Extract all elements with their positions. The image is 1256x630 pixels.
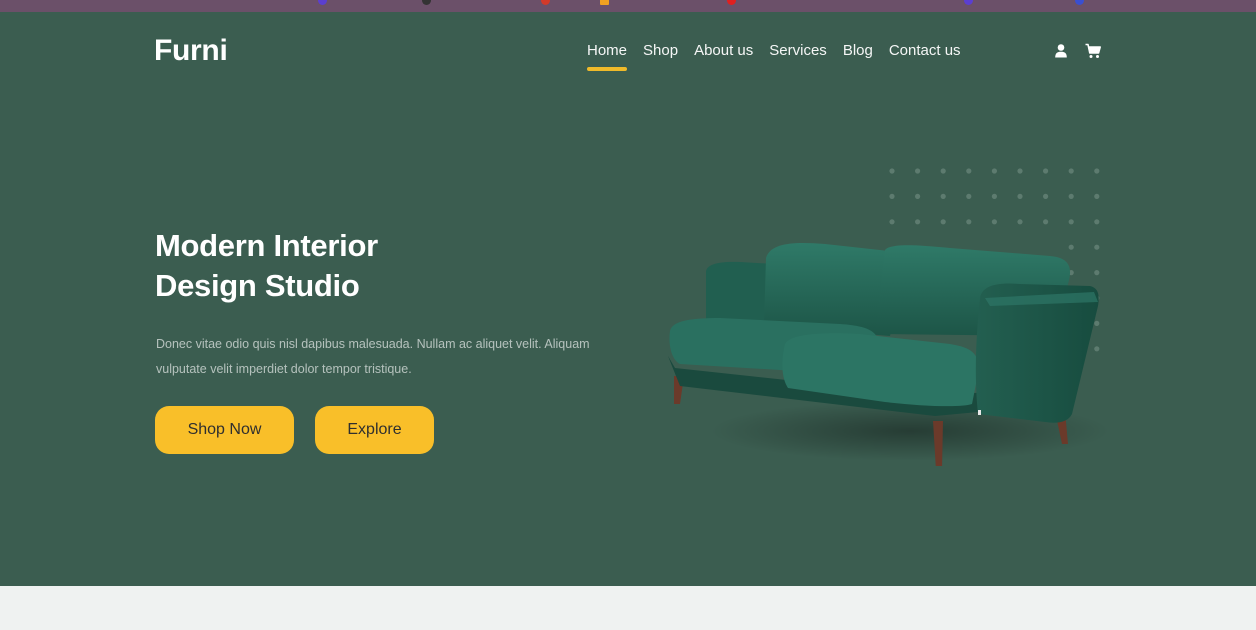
- nav-item-about-us[interactable]: About us: [694, 42, 753, 59]
- decoration-dot: [1068, 219, 1074, 225]
- nav-item-blog[interactable]: Blog: [843, 42, 873, 59]
- bookmark-icon[interactable]: [1075, 0, 1084, 5]
- decoration-dot: [991, 168, 997, 174]
- main-navigation: Home Shop About us Services Blog Contact…: [587, 42, 977, 71]
- decoration-dot: [940, 219, 946, 225]
- decoration-dot: [1043, 193, 1049, 199]
- cart-icon[interactable]: [1084, 42, 1102, 60]
- browser-bookmark-strip: [0, 0, 1256, 12]
- decoration-dot: [1043, 168, 1049, 174]
- decoration-dot: [889, 168, 895, 174]
- decoration-dot: [1043, 219, 1049, 225]
- bookmark-icon[interactable]: [541, 0, 550, 5]
- decoration-dot: [1068, 168, 1074, 174]
- decoration-dot: [966, 168, 972, 174]
- nav-item-shop[interactable]: Shop: [643, 42, 678, 59]
- decoration-dot: [1094, 219, 1100, 225]
- site-logo[interactable]: Furni: [154, 34, 228, 68]
- sofa-image: [668, 242, 1110, 466]
- decoration-dot: [966, 219, 972, 225]
- bookmark-icon[interactable]: [318, 0, 327, 5]
- decoration-dot: [1017, 168, 1023, 174]
- bookmark-icon[interactable]: [422, 0, 431, 5]
- hero-title-line-1: Modern Interior: [155, 228, 378, 263]
- explore-button[interactable]: Explore: [315, 406, 434, 454]
- decoration-dot: [1068, 193, 1074, 199]
- decoration-dot: [915, 168, 921, 174]
- decoration-dot: [889, 219, 895, 225]
- nav-item-contact-us[interactable]: Contact us: [889, 42, 961, 59]
- decoration-dot: [940, 193, 946, 199]
- decoration-dot: [940, 168, 946, 174]
- shop-now-button[interactable]: Shop Now: [155, 406, 294, 454]
- hero-title-line-2: Design Studio: [155, 268, 360, 303]
- hero-section: Furni Home Shop About us Services Blog C…: [0, 12, 1256, 586]
- decoration-dot: [1094, 193, 1100, 199]
- decoration-dot: [966, 193, 972, 199]
- bookmark-icon[interactable]: [600, 0, 609, 5]
- decoration-dot: [1017, 193, 1023, 199]
- decoration-dot: [991, 193, 997, 199]
- decoration-dot: [991, 219, 997, 225]
- nav-item-services[interactable]: Services: [769, 42, 827, 59]
- nav-item-home[interactable]: Home: [587, 42, 628, 71]
- hero-description: Donec vitae odio quis nisl dapibus males…: [156, 337, 590, 376]
- decoration-dot: [1017, 219, 1023, 225]
- page-lower-section: [0, 586, 1256, 630]
- decoration-dot: [915, 219, 921, 225]
- bookmark-icon[interactable]: [727, 0, 736, 5]
- user-icon[interactable]: [1052, 42, 1070, 60]
- hero-title: Modern Interior Design Studio: [155, 226, 575, 306]
- bookmark-icon[interactable]: [964, 0, 973, 5]
- decoration-dot: [1094, 168, 1100, 174]
- nav-icons: [1052, 42, 1102, 60]
- decoration-dot: [889, 193, 895, 199]
- decoration-dot: [915, 193, 921, 199]
